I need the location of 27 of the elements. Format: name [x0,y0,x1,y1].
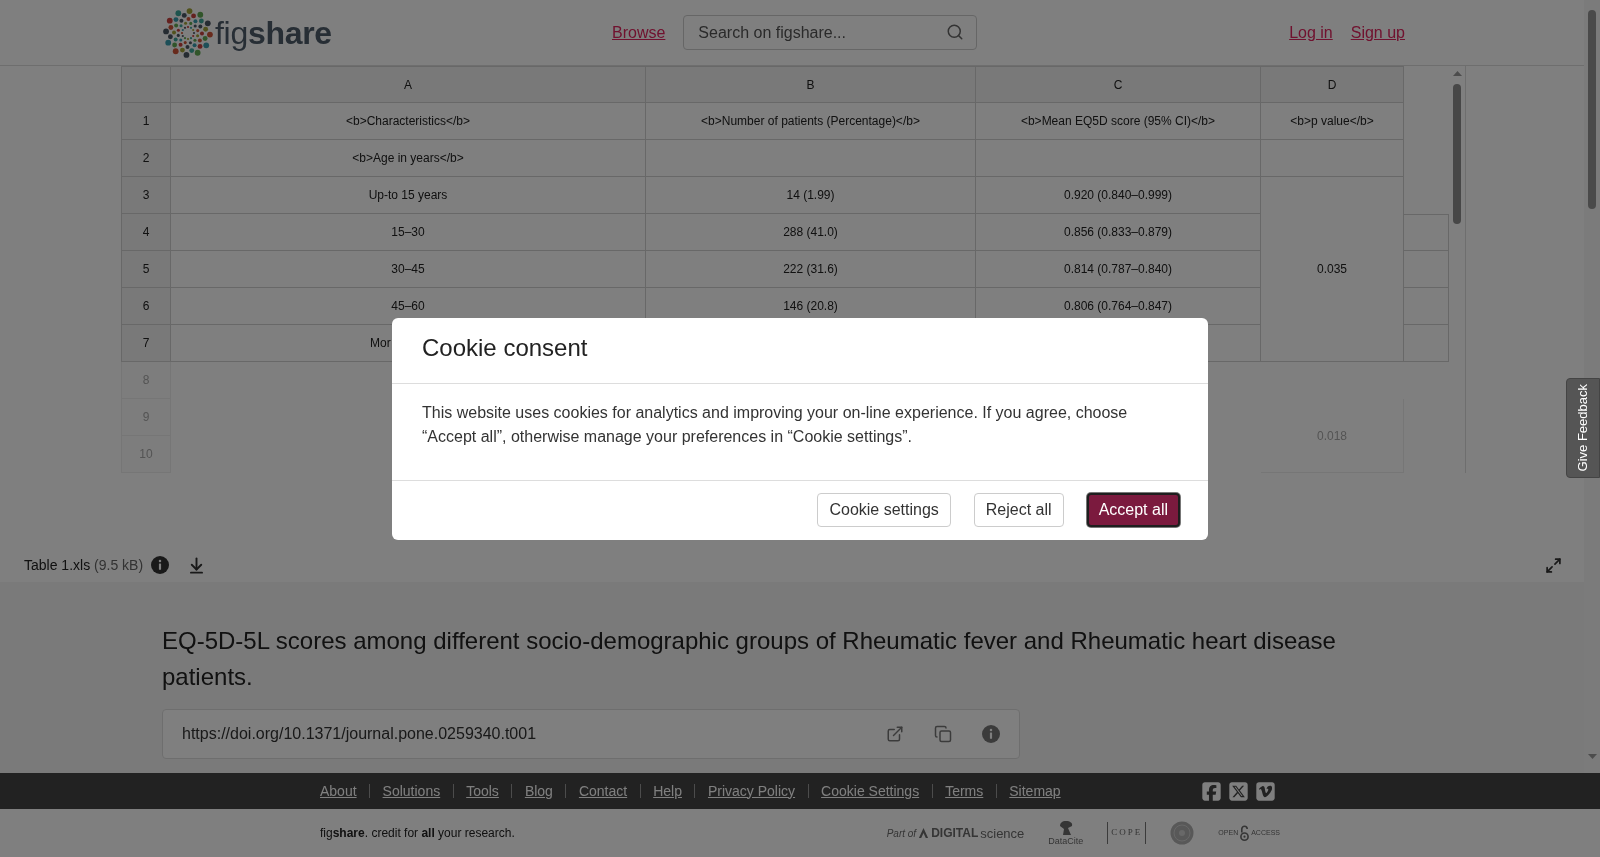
table-cell: <b>Age in years</b> [171,140,646,177]
table-cell: 15–30 [171,214,646,251]
row-number: 7 [121,325,171,362]
row-number: 3 [121,177,171,214]
table-cell: 0.814 (0.787–0.840) [976,251,1261,288]
item-title: EQ-5D-5L scores among different socio-demographic groups of Rheumatic fever and Rheumatic heart disease patients. [162,626,1337,692]
table-cell: 222 (31.6) [646,251,976,288]
row-number: 5 [121,251,171,288]
table-cell: <b>Number of patients (Percentage)</b> [646,103,976,140]
dialog-title: Cookie consent [422,333,588,363]
table-cell: 14 (1.99) [646,177,976,214]
dialog-message: This website uses cookies for analytics and improving your on-line experience. If you agree, choose “Accept all”, otherwise manage your preferences in “Cookie settings”. [422,402,1129,447]
table-cell: 0.856 (0.833–0.879) [976,214,1261,251]
table-cell: <b>Characteristics</b> [171,103,646,140]
row-number: 6 [121,288,171,325]
table-cell: <b>Mean EQ5D score (95% CI)</b> [976,103,1261,140]
row-number: 4 [121,214,171,251]
table-cell: 0.035 [1261,177,1404,362]
footer-tagline: figshare. credit for all your research. [320,825,515,842]
table-cell: 0.920 (0.840–0.999) [976,177,1261,214]
table-cell: <b>p value</b> [1261,103,1404,140]
table-cell: Up-to 15 years [171,177,646,214]
row-number: 1 [121,103,171,140]
table-cell: 30–45 [171,251,646,288]
table-cell: 288 (41.0) [646,214,976,251]
row-number: 2 [121,140,171,177]
file-name: Table 1.xls (9.5 kB) [24,555,144,575]
